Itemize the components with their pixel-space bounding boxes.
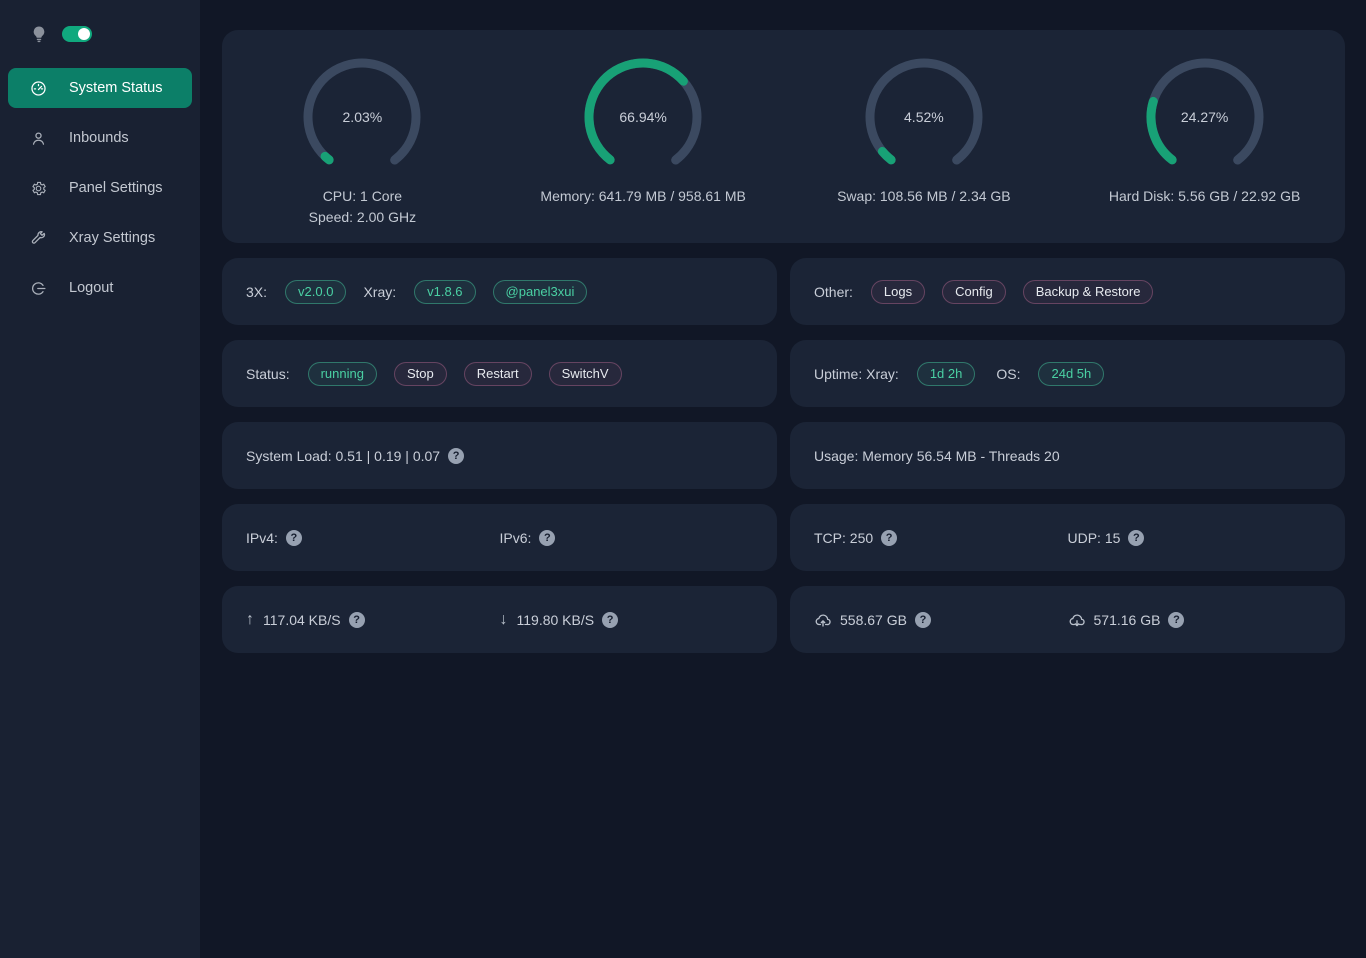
sidebar-item-label: Xray Settings — [69, 230, 155, 246]
cloud-upload-icon — [814, 611, 832, 629]
downloaded-total-block: 571.16 GB ? — [1068, 611, 1322, 629]
network-speed-card: ↑ 117.04 KB/S ? ↓ 119.80 KB/S ? — [222, 586, 777, 653]
cpu-gauge: 2.03% CPU: 1 Core Speed: 2.00 GHz — [222, 57, 503, 228]
swap-gauge: 4.52% Swap: 108.56 MB / 2.34 GB — [784, 57, 1065, 207]
question-circle-icon[interactable]: ? — [881, 530, 897, 546]
xray-version-tag[interactable]: v1.8.6 — [414, 280, 475, 304]
backup-restore-button[interactable]: Backup & Restore — [1023, 280, 1154, 304]
theme-toggle-row — [0, 18, 200, 50]
ipv4-label: IPv4: — [246, 530, 278, 546]
question-circle-icon[interactable]: ? — [286, 530, 302, 546]
config-button[interactable]: Config — [942, 280, 1006, 304]
telegram-channel-tag[interactable]: @panel3xui — [493, 280, 588, 304]
user-icon — [30, 130, 47, 147]
xray-uptime-tag: 1d 2h — [917, 362, 976, 386]
uploaded-total-block: 558.67 GB ? — [814, 611, 1068, 629]
usage-card: Usage: Memory 56.54 MB - Threads 20 — [790, 422, 1345, 489]
bulb-icon — [30, 25, 48, 43]
download-speed-block: ↓ 119.80 KB/S ? — [500, 611, 754, 629]
udp-block: UDP: 15 ? — [1068, 530, 1322, 546]
question-circle-icon[interactable]: ? — [539, 530, 555, 546]
question-circle-icon[interactable]: ? — [349, 612, 365, 628]
version-card: 3X: v2.0.0 Xray: v1.8.6 @panel3xui — [222, 258, 777, 325]
system-load-card: System Load: 0.51 | 0.19 | 0.07 ? — [222, 422, 777, 489]
system-load-text: System Load: 0.51 | 0.19 | 0.07 — [246, 448, 440, 464]
other-card: Other: Logs Config Backup & Restore — [790, 258, 1345, 325]
sidebar-item-label: System Status — [69, 80, 162, 96]
restart-button[interactable]: Restart — [464, 362, 532, 386]
dashboard-icon — [30, 80, 47, 97]
uptime-label: Uptime: Xray: — [814, 366, 899, 382]
downloaded-total: 571.16 GB — [1094, 612, 1161, 628]
memory-percent: 66.94% — [583, 57, 703, 177]
gauges-card: 2.03% CPU: 1 Core Speed: 2.00 GHz 66.94%… — [222, 30, 1345, 243]
sidebar-item-label: Logout — [69, 280, 113, 296]
gear-icon — [30, 180, 47, 197]
arrow-down-icon: ↓ — [500, 611, 508, 629]
question-circle-icon[interactable]: ? — [602, 612, 618, 628]
logs-button[interactable]: Logs — [871, 280, 925, 304]
status-card: Status: running Stop Restart SwitchV — [222, 340, 777, 407]
upload-speed-block: ↑ 117.04 KB/S ? — [246, 611, 500, 629]
other-label: Other: — [814, 284, 853, 300]
question-circle-icon[interactable]: ? — [915, 612, 931, 628]
logout-icon — [30, 280, 47, 297]
sidebar-item-system-status[interactable]: System Status — [8, 68, 192, 108]
arrow-up-icon: ↑ — [246, 611, 254, 629]
cpu-speed-label: Speed: 2.00 GHz — [309, 207, 416, 228]
cloud-download-icon — [1068, 611, 1086, 629]
memory-label: Memory: 641.79 MB / 958.61 MB — [540, 186, 745, 207]
ipv6-label: IPv6: — [500, 530, 532, 546]
theme-toggle-switch[interactable] — [62, 26, 92, 42]
uploaded-total: 558.67 GB — [840, 612, 907, 628]
sidebar-item-xray-settings[interactable]: Xray Settings — [8, 218, 192, 258]
cpu-percent: 2.03% — [302, 57, 422, 177]
xray-label: Xray: — [363, 284, 396, 300]
status-label: Status: — [246, 366, 290, 382]
sidebar-item-logout[interactable]: Logout — [8, 268, 192, 308]
ipv4-block: IPv4: ? — [246, 530, 500, 546]
memory-gauge: 66.94% Memory: 641.79 MB / 958.61 MB — [503, 57, 784, 207]
total-traffic-card: 558.67 GB ? 571.16 GB ? — [790, 586, 1345, 653]
tcp-block: TCP: 250 ? — [814, 530, 1068, 546]
sidebar-item-label: Inbounds — [69, 130, 129, 146]
os-label: OS: — [996, 366, 1020, 382]
question-circle-icon[interactable]: ? — [1128, 530, 1144, 546]
disk-label: Hard Disk: 5.56 GB / 22.92 GB — [1109, 186, 1300, 207]
upload-speed: 117.04 KB/S — [263, 612, 341, 628]
status-running-tag: running — [308, 362, 377, 386]
sidebar-item-panel-settings[interactable]: Panel Settings — [8, 168, 192, 208]
disk-gauge: 24.27% Hard Disk: 5.56 GB / 22.92 GB — [1064, 57, 1345, 207]
question-circle-icon[interactable]: ? — [448, 448, 464, 464]
disk-percent: 24.27% — [1145, 57, 1265, 177]
connections-card: TCP: 250 ? UDP: 15 ? — [790, 504, 1345, 571]
question-circle-icon[interactable]: ? — [1168, 612, 1184, 628]
download-speed: 119.80 KB/S — [517, 612, 595, 628]
ip-card: IPv4: ? IPv6: ? — [222, 504, 777, 571]
3x-label: 3X: — [246, 284, 267, 300]
toggle-knob — [78, 28, 90, 40]
swap-label: Swap: 108.56 MB / 2.34 GB — [837, 186, 1011, 207]
wrench-icon — [30, 230, 47, 247]
switch-version-button[interactable]: SwitchV — [549, 362, 622, 386]
tcp-count: TCP: 250 — [814, 530, 873, 546]
uptime-card: Uptime: Xray: 1d 2h OS: 24d 5h — [790, 340, 1345, 407]
ipv6-block: IPv6: ? — [500, 530, 754, 546]
sidebar-item-label: Panel Settings — [69, 180, 163, 196]
stop-button[interactable]: Stop — [394, 362, 447, 386]
cpu-label: CPU: 1 Core — [309, 186, 416, 207]
panel-version-tag[interactable]: v2.0.0 — [285, 280, 346, 304]
usage-text: Usage: Memory 56.54 MB - Threads 20 — [814, 448, 1060, 464]
udp-count: UDP: 15 — [1068, 530, 1121, 546]
os-uptime-tag: 24d 5h — [1038, 362, 1104, 386]
swap-percent: 4.52% — [864, 57, 984, 177]
sidebar-item-inbounds[interactable]: Inbounds — [8, 118, 192, 158]
sidebar: System Status Inbounds Panel Settings Xr… — [0, 0, 200, 958]
main-content: 2.03% CPU: 1 Core Speed: 2.00 GHz 66.94%… — [200, 0, 1366, 958]
